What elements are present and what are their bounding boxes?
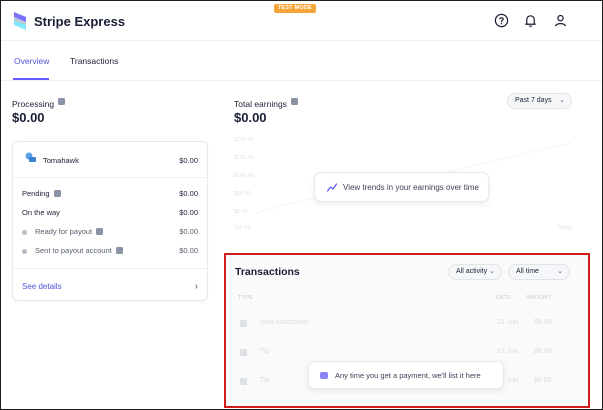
bullet-icon [22, 248, 27, 254]
transaction-date: 21 Jun [497, 319, 519, 326]
transaction-type-icon [240, 349, 247, 356]
divider [13, 177, 207, 178]
on-the-way-value: $0.00 [179, 208, 198, 217]
tab-transactions[interactable]: Transactions [70, 56, 118, 66]
sent-to-payout-value: $0.00 [179, 246, 198, 255]
activity-filter-value: All activity [456, 268, 488, 275]
on-the-way-label: On the way [22, 208, 60, 217]
user-icon[interactable] [553, 13, 568, 28]
see-details-link[interactable]: See details [22, 282, 62, 291]
bell-icon[interactable] [523, 13, 538, 28]
earnings-trend-tooltip: View trends in your earnings over time [314, 172, 489, 202]
top-header: Stripe Express TEST MODE [1, 1, 602, 41]
bullet-icon [22, 229, 27, 235]
info-icon[interactable] [96, 227, 104, 235]
on-the-way-row: On the way $0.00 [22, 208, 198, 217]
transactions-panel: Transactions All activity ⌄ All time ⌄ TYP… [224, 253, 590, 408]
time-filter-value: All time [516, 268, 539, 275]
payment-icon [320, 372, 328, 379]
account-name: Tomahawk $0.00 [43, 156, 198, 165]
processing-amount: $0.00 [12, 110, 45, 125]
active-tab-indicator [13, 78, 49, 80]
column-header-amount: AMOUNT [526, 295, 552, 301]
chevron-down-icon: ⌄ [489, 268, 495, 275]
chevron-down-icon: ⌄ [557, 268, 563, 275]
app-window: Stripe Express TEST MODE Overview Transa… [0, 0, 603, 410]
pending-value: $0.00 [179, 189, 198, 198]
transaction-type: New subscriber [260, 319, 309, 326]
pending-row: Pending $0.00 [22, 189, 198, 198]
info-icon[interactable] [53, 189, 61, 197]
tab-bar: Overview Transactions [1, 41, 602, 81]
transaction-date: 21 Jun [497, 348, 519, 355]
total-earnings-amount: $0.00 [234, 110, 267, 125]
pending-label: Pending [22, 189, 50, 198]
trend-line-icon [327, 183, 337, 192]
ready-for-payout-row: Ready for payout $0.00 [22, 227, 198, 236]
account-amount: $0.00 [179, 156, 198, 165]
info-icon[interactable] [290, 98, 298, 106]
sent-to-payout-row: Sent to payout account $0.00 [22, 246, 198, 255]
table-row[interactable]: Tip 21 Jun $8.00 [226, 347, 588, 361]
chevron-right-icon[interactable]: › [195, 281, 198, 292]
trend-message: View trends in your earnings over time [343, 183, 479, 192]
x-tick-label: Jun 15 [234, 225, 251, 231]
transaction-amount: $8.00 [534, 319, 552, 326]
tab-overview[interactable]: Overview [14, 56, 49, 66]
column-header-type: TYPE [238, 295, 254, 301]
ready-for-payout-label: Ready for payout [35, 227, 93, 236]
transaction-amount: $8.00 [534, 348, 552, 355]
column-header-date: DATE [496, 295, 512, 301]
account-avatar-icon [25, 152, 36, 162]
processing-card: Tomahawk $0.00 Pending $0.00 On the way $… [12, 141, 208, 301]
chevron-down-icon: ⌄ [559, 97, 565, 104]
app-title: Stripe Express [34, 14, 126, 29]
transaction-type-icon [240, 320, 247, 327]
divider [13, 268, 207, 269]
processing-label: Processing [12, 99, 55, 109]
info-icon[interactable] [58, 98, 66, 106]
transaction-amount: $8.00 [534, 377, 552, 384]
period-dropdown[interactable]: Past 7 days ⌄ [507, 93, 572, 109]
help-icon[interactable] [494, 13, 509, 28]
info-icon[interactable] [115, 246, 123, 254]
account-name-text: Tomahawk [43, 156, 79, 165]
table-row[interactable]: New subscriber 21 Jun $8.00 [226, 318, 588, 332]
time-filter-dropdown[interactable]: All time ⌄ [508, 264, 570, 280]
ready-for-payout-value: $0.00 [179, 227, 198, 236]
activity-filter-dropdown[interactable]: All activity ⌄ [448, 264, 502, 280]
empty-state-message: Any time you get a payment, we'll list i… [335, 371, 481, 380]
x-tick-label: Today [557, 225, 572, 231]
test-mode-badge: TEST MODE [274, 4, 316, 13]
sent-to-payout-label: Sent to payout account [35, 246, 112, 255]
transactions-title: Transactions [235, 266, 300, 278]
period-dropdown-value: Past 7 days [515, 97, 552, 104]
stripe-express-logo-icon [14, 12, 26, 30]
total-earnings-label: Total earnings [234, 99, 287, 109]
transaction-type: Tip [260, 377, 270, 384]
transaction-type: Tip [260, 348, 270, 355]
empty-state-tooltip: Any time you get a payment, we'll list i… [308, 361, 504, 389]
transaction-type-icon [240, 378, 247, 385]
